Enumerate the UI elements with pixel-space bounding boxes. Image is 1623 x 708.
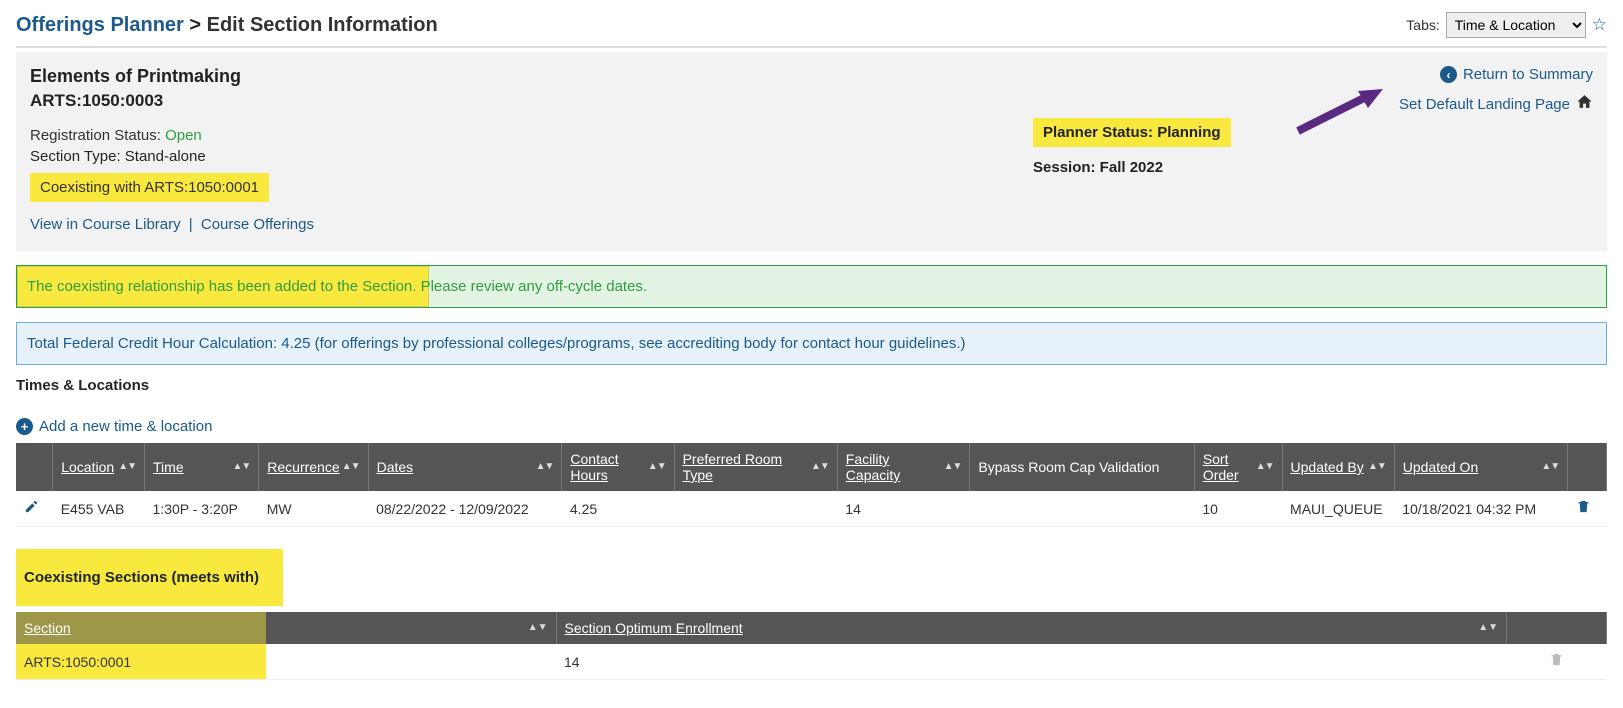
cell-updated-by: MAUI_QUEUE (1282, 491, 1394, 527)
cell-facility-capacity: 14 (837, 491, 970, 527)
th-contact-hours[interactable]: Contact Hours▲▼ (562, 443, 674, 491)
cell-sort-order: 10 (1194, 491, 1282, 527)
course-title: Elements of Printmaking (30, 66, 1033, 87)
registration-status-value: Open (165, 127, 202, 144)
sort-icon: ▲▼ (648, 462, 666, 472)
cell-recurrence: MW (259, 491, 368, 527)
times-locations-table: Location▲▼ Time▲▼ Recurrence▲▼ Dates▲▼ C… (16, 443, 1607, 527)
return-to-summary-link[interactable]: ‹ Return to Summary (1293, 66, 1593, 83)
table-row: ARTS:1050:0001 14 (16, 644, 1607, 680)
credit-info-alert: Total Federal Credit Hour Calculation: 4… (16, 322, 1607, 365)
cell-preferred-room (674, 491, 837, 527)
table-row: E455 VAB 1:30P - 3:20P MW 08/22/2022 - 1… (16, 491, 1607, 527)
add-time-location-label: Add a new time & location (39, 418, 212, 435)
plus-circle-icon: + (16, 418, 33, 435)
th-location[interactable]: Location▲▼ (53, 443, 145, 491)
sort-icon: ▲▼ (528, 623, 548, 633)
th-time[interactable]: Time▲▼ (145, 443, 259, 491)
sort-icon: ▲▼ (232, 462, 250, 472)
credit-info-text: Total Federal Credit Hour Calculation: 4… (27, 335, 966, 352)
th-updated-on[interactable]: Updated On▲▼ (1394, 443, 1567, 491)
sort-icon: ▲▼ (1368, 462, 1386, 472)
th-sort-order[interactable]: Sort Order▲▼ (1194, 443, 1282, 491)
course-offerings-link[interactable]: Course Offerings (201, 216, 314, 233)
home-icon (1576, 93, 1593, 115)
coexisting-sections-heading: Coexisting Sections (meets with) (24, 569, 259, 586)
view-course-library-link[interactable]: View in Course Library (30, 216, 181, 233)
sort-icon: ▲▼ (536, 462, 554, 472)
success-alert-text: The coexisting relationship has been add… (27, 278, 1596, 295)
breadcrumb: Offerings Planner > Edit Section Informa… (16, 14, 438, 37)
delete-coexisting-icon (1549, 654, 1564, 671)
th-preferred-room-type[interactable]: Preferred Room Type▲▼ (674, 443, 837, 491)
cell-updated-on: 10/18/2021 04:32 PM (1394, 491, 1567, 527)
times-locations-heading: Times & Locations (16, 377, 1607, 394)
success-alert: The coexisting relationship has been add… (16, 265, 1607, 308)
th-facility-capacity[interactable]: Facility Capacity▲▼ (837, 443, 970, 491)
breadcrumb-current: Edit Section Information (207, 14, 438, 36)
th-dates[interactable]: Dates▲▼ (368, 443, 562, 491)
cell-location: E455 VAB (53, 491, 145, 527)
th-delete (1568, 443, 1607, 491)
registration-status-label: Registration Status: (30, 127, 161, 144)
sort-icon: ▲▼ (811, 462, 829, 472)
cell-optimum-enrollment: 14 (556, 644, 1507, 680)
session-label: Session: Fall 2022 (1033, 159, 1293, 176)
sort-icon: ▲▼ (118, 462, 136, 472)
cell-time: 1:30P - 3:20P (145, 491, 259, 527)
cell-bypass (970, 491, 1194, 527)
planner-status-badge: Planner Status: Planning (1033, 118, 1231, 147)
th-delete-coexisting (1507, 612, 1607, 644)
tabs-label: Tabs: (1406, 17, 1439, 33)
section-type-label: Section Type: (30, 148, 121, 165)
sort-icon: ▲▼ (944, 462, 962, 472)
links-separator: | (189, 216, 193, 233)
breadcrumb-separator: > (189, 14, 201, 36)
favorite-star-icon[interactable]: ☆ (1592, 15, 1607, 35)
add-time-location-link[interactable]: + Add a new time & location (16, 418, 212, 435)
set-default-landing-label: Set Default Landing Page (1399, 96, 1570, 113)
th-updated-by[interactable]: Updated By▲▼ (1282, 443, 1394, 491)
sort-icon: ▲▼ (1256, 462, 1274, 472)
section-type-value: Stand-alone (125, 148, 206, 165)
cell-contact-hours: 4.25 (562, 491, 674, 527)
coexisting-sections-table: Section▲▼ Section Optimum Enrollment▲▼ A… (16, 612, 1607, 680)
set-default-landing-link[interactable]: Set Default Landing Page (1293, 93, 1593, 115)
tabs-select[interactable]: Time & Location (1446, 12, 1586, 38)
sort-icon: ▲▼ (1541, 462, 1559, 472)
edit-row-icon[interactable] (24, 501, 39, 518)
chevron-left-circle-icon: ‹ (1440, 66, 1457, 83)
delete-row-icon[interactable] (1576, 501, 1591, 518)
sort-icon: ▲▼ (1478, 623, 1498, 633)
th-edit (16, 443, 53, 491)
course-code: ARTS:1050:0003 (30, 91, 1033, 111)
return-to-summary-label: Return to Summary (1463, 66, 1593, 83)
th-bypass: Bypass Room Cap Validation (970, 443, 1194, 491)
th-section[interactable]: Section▲▼ (16, 612, 556, 644)
th-optimum-enrollment[interactable]: Section Optimum Enrollment▲▼ (556, 612, 1507, 644)
cell-section: ARTS:1050:0001 (16, 644, 556, 680)
breadcrumb-parent-link[interactable]: Offerings Planner (16, 14, 184, 36)
cell-dates: 08/22/2022 - 12/09/2022 (368, 491, 562, 527)
coexisting-with-badge: Coexisting with ARTS:1050:0001 (30, 173, 269, 202)
th-recurrence[interactable]: Recurrence▲▼ (259, 443, 368, 491)
sort-icon: ▲▼ (342, 462, 360, 472)
